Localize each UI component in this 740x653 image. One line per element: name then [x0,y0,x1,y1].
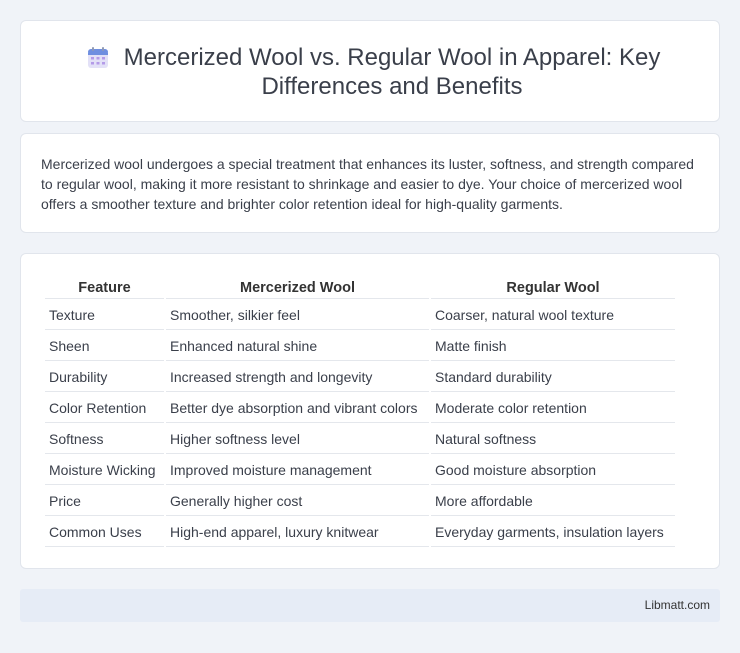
table-cell: Moderate color retention [431,394,675,423]
table-header-row: Feature Mercerized Wool Regular Wool [45,278,675,299]
table-cell: Increased strength and longevity [166,363,429,392]
table-row: Texture Smoother, silkier feel Coarser, na… [45,301,675,330]
table-cell: Everyday garments, insulation layers [431,518,675,547]
footer: Libmatt.com [20,589,720,622]
table-cell: Coarser, natural wool texture [431,301,675,330]
table-row: Price Generally higher cost More affordabl… [45,487,675,516]
table-cell: Enhanced natural shine [166,332,429,361]
table-row: Sheen Enhanced natural shine Matte finish [45,332,675,361]
column-header-mercerized: Mercerized Wool [166,278,429,299]
table-cell: Moisture Wicking [45,456,164,485]
table-cell: Better dye absorption and vibrant colors [166,394,429,423]
table-cell: Generally higher cost [166,487,429,516]
table-body: Texture Smoother, silkier feel Coarser, na… [45,301,675,547]
table-row: Color Retention Better dye absorption and… [45,394,675,423]
table-row: Softness Higher softness level Natural sof… [45,425,675,454]
intro-card: Mercerized wool undergoes a special trea… [20,133,720,233]
table-cell: Texture [45,301,164,330]
table-row: Moisture Wicking Improved moisture manage… [45,456,675,485]
table-cell: Color Retention [45,394,164,423]
table-cell: Natural softness [431,425,675,454]
table-cell: Good moisture absorption [431,456,675,485]
table-cell: Standard durability [431,363,675,392]
table-cell: Common Uses [45,518,164,547]
table-cell: Softness [45,425,164,454]
table-cell: Higher softness level [166,425,429,454]
column-header-regular: Regular Wool [431,278,675,299]
comparison-card: Feature Mercerized Wool Regular Wool Tex… [20,253,720,569]
page-title: Mercerized Wool vs. Regular Wool in Appa… [123,44,661,100]
table-cell: High-end apparel, luxury knitwear [166,518,429,547]
table-cell: Sheen [45,332,164,361]
table-cell: More affordable [431,487,675,516]
table-cell: Price [45,487,164,516]
table-row: Durability Increased strength and longevi… [45,363,675,392]
table-cell: Smoother, silkier feel [166,301,429,330]
title-card: Mercerized Wool vs. Regular Wool in Appa… [20,20,720,122]
table-cell: Durability [45,363,164,392]
table-cell: Improved moisture management [166,456,429,485]
table-row: Common Uses High-end apparel, luxury knit… [45,518,675,547]
footer-credit: Libmatt.com [644,598,710,612]
table-cell: Matte finish [431,332,675,361]
column-header-feature: Feature [45,278,164,299]
intro-paragraph: Mercerized wool undergoes a special trea… [41,156,694,212]
comparison-table: Feature Mercerized Wool Regular Wool Tex… [43,276,677,549]
